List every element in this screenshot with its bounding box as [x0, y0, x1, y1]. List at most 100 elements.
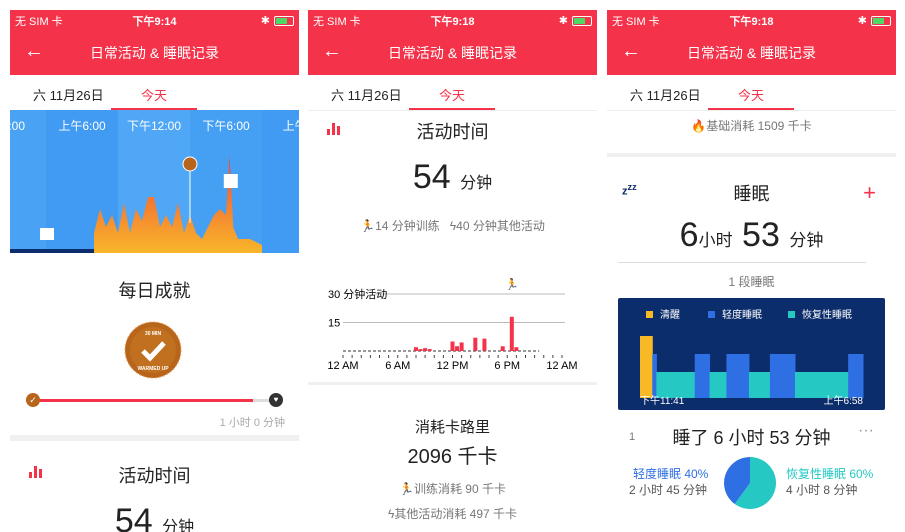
- goal-progress-fill: [32, 399, 253, 402]
- status-bar: 无 SIM 卡 下午9:18 ✱: [607, 10, 896, 30]
- legend-swatch: [646, 311, 653, 318]
- light-sleep-duration: 2 小时 45 分钟: [629, 483, 708, 497]
- legend-swatch: [788, 311, 795, 318]
- sleep-stage-bar: [769, 354, 796, 398]
- timeline-tick-label: 下午6:00: [202, 119, 250, 133]
- activity-title: 活动时间: [118, 466, 191, 486]
- timeline-tick-label: 下午12:00: [127, 119, 181, 133]
- activity-unit: 分钟: [460, 175, 493, 192]
- workout-calories: 🏃训练消耗 90 千卡: [308, 480, 597, 497]
- y-tick-label: 15: [328, 318, 340, 330]
- page-title: 日常活动 & 睡眠记录: [387, 45, 518, 61]
- legend-label: 恢复性睡眠: [802, 308, 852, 321]
- sleep-stage-bar: [652, 354, 657, 398]
- legend-label: 清醒: [660, 308, 680, 321]
- sleep-segments: 1 段睡眠: [728, 275, 775, 289]
- activity-bar: [459, 342, 464, 351]
- bluetooth-icon: ✱: [857, 15, 867, 27]
- battery-icon: [871, 15, 891, 26]
- other-calories-text: 其他活动消耗 497 千卡: [394, 507, 518, 521]
- section-divider: [10, 435, 299, 441]
- tab-yesterday[interactable]: 六 11月26日: [630, 85, 701, 104]
- tab-yesterday[interactable]: 六 11月26日: [331, 85, 402, 104]
- heart-goal-icon: ♥: [269, 393, 283, 407]
- clock: 下午9:14: [132, 16, 177, 28]
- badge-text-bottom: WARMED UP: [137, 366, 169, 372]
- badge-text-top: 30 MIN: [145, 331, 162, 337]
- date-tabs: 六 11月26日 今天: [10, 75, 299, 111]
- minutes-unit: 分钟: [789, 231, 824, 250]
- run-icon: 🏃: [360, 219, 376, 233]
- calories-total: 2096 千卡: [407, 446, 498, 468]
- divider: [618, 262, 866, 263]
- timeline-tick-label: 上午1: [283, 119, 299, 133]
- sleep-minutes: 53: [742, 216, 780, 254]
- tab-today[interactable]: 今天: [141, 85, 167, 104]
- clock: 下午9:18: [430, 16, 475, 28]
- check-icon: ✓: [26, 393, 40, 407]
- warmed-up-badge[interactable]: 30 MIN WARMED UP: [123, 320, 183, 380]
- active-tab-indicator: [708, 108, 794, 110]
- sleep-stage-bar: [640, 336, 653, 398]
- achievement-marker-icon: [182, 156, 198, 172]
- activity-value: 54 分钟: [308, 158, 597, 197]
- activity-bar: [414, 347, 418, 351]
- section-divider: [308, 382, 597, 385]
- x-tick-label: 12 AM: [546, 360, 577, 370]
- sleep-pie-chart: [724, 457, 776, 509]
- other-minutes: 40 分钟其他活动: [456, 219, 545, 233]
- sleep-stage-bar: [694, 354, 711, 398]
- sleep-stage-bar: [848, 354, 864, 398]
- sleep-stage-bar: [726, 354, 750, 398]
- sleep-stage-chart[interactable]: 清醒 轻度睡眠 恢复性睡眠下午11:41 上午6:58: [618, 298, 885, 410]
- bluetooth-icon: ✱: [558, 15, 568, 27]
- app-header: ← 日常活动 & 睡眠记录: [607, 30, 896, 75]
- basal-calories: 🔥基础消耗 1509 千卡: [607, 117, 896, 134]
- date-tabs: 六 11月26日 今天: [607, 75, 896, 111]
- goal-progress-track: [32, 399, 277, 402]
- basal-calories-text: 基础消耗 1509 千卡: [706, 119, 812, 133]
- run-icon: 🏃: [399, 482, 414, 496]
- hours-unit: 小时: [698, 231, 733, 250]
- sleep-band: [10, 249, 94, 253]
- sleep-end-time: 上午6:58: [824, 394, 864, 407]
- tab-today[interactable]: 今天: [738, 85, 764, 104]
- activity-minutes: 54: [412, 158, 451, 196]
- activity-bar: [423, 348, 428, 351]
- tab-today[interactable]: 今天: [439, 85, 465, 104]
- activity-value: 54 分钟: [10, 502, 299, 532]
- more-options-icon[interactable]: ···: [858, 422, 874, 440]
- activity-bar: [427, 349, 432, 351]
- battery-icon: [572, 15, 592, 26]
- activity-minutes: 54: [114, 502, 153, 532]
- app-header: ← 日常活动 & 睡眠记录: [10, 30, 299, 75]
- y-tick-label: 30 分钟活动: [328, 287, 387, 301]
- phone-screen-3: 无 SIM 卡 下午9:18 ✱ ← 日常活动 & 睡眠记录 六 11月26日 …: [607, 10, 896, 532]
- page-title: 日常活动 & 睡眠记录: [89, 45, 220, 61]
- activity-unit: 分钟: [162, 519, 195, 532]
- workout-calories-text: 训练消耗 90 千卡: [413, 482, 506, 496]
- x-tick-label: 6 PM: [494, 360, 520, 370]
- battery-icon: [274, 15, 294, 26]
- sleep-stage-bar: [709, 372, 727, 398]
- clock: 下午9:18: [729, 16, 774, 28]
- active-tab-indicator: [409, 108, 495, 110]
- activity-bar-chart[interactable]: 30 分钟活动 15 12 AM 6 AM 12 PM 6 PM 12 AM 🏃: [320, 250, 585, 370]
- deep-sleep-duration: 4 小时 8 分钟: [786, 483, 858, 497]
- date-tabs: 六 11月26日 今天: [308, 75, 597, 111]
- tab-yesterday[interactable]: 六 11月26日: [33, 85, 104, 104]
- add-sleep-button[interactable]: +: [863, 180, 876, 206]
- workout-marker-icon: [223, 174, 238, 188]
- activity-bar: [509, 316, 514, 351]
- x-tick-label: 12 AM: [327, 360, 358, 370]
- workout-minutes: 14 分钟训练: [375, 219, 440, 233]
- daily-timeline-chart[interactable]: 12:00 上午6:00 下午12:00 下午6:00 上午1: [10, 110, 299, 253]
- page-title: 日常活动 & 睡眠记录: [686, 45, 817, 61]
- sleep-summary[interactable]: 睡了 6 小时 53 分钟: [607, 424, 896, 450]
- sleep-start-time: 下午11:41: [640, 394, 685, 407]
- sleep-marker-icon: [40, 228, 54, 240]
- sleep-stage-bar: [794, 372, 849, 398]
- legend-swatch: [708, 311, 715, 318]
- x-tick-label: 12 PM: [437, 360, 469, 370]
- timeline-tick-label: 12:00: [10, 119, 25, 133]
